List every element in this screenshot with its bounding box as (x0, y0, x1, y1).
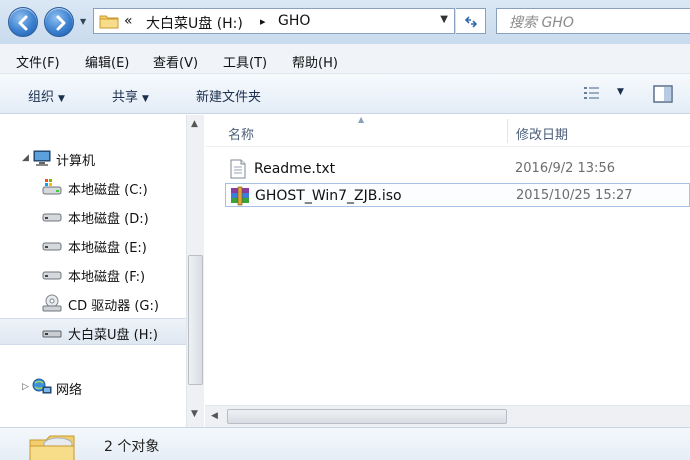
menu-view[interactable]: 查看(V) (153, 52, 198, 71)
folder-icon (29, 435, 75, 460)
address-overflow-chevron[interactable]: « (124, 13, 133, 29)
collapse-arrow-icon[interactable]: ◢ (22, 153, 29, 163)
status-bar: 2 个对象 (0, 427, 690, 460)
address-segment-folder[interactable]: GHO (278, 13, 310, 29)
file-row[interactable]: Readme.txt 2016/9/2 13:56 (225, 157, 690, 181)
sort-ascending-icon: ▲ (358, 115, 365, 124)
tree-item-label: 本地磁盘 (C:) (68, 183, 148, 198)
share-label: 共享 (112, 90, 139, 105)
network-icon (32, 378, 52, 394)
menu-help[interactable]: 帮助(H) (292, 52, 338, 71)
address-segment-drive[interactable]: 大白菜U盘 (H:) (146, 13, 243, 33)
address-separator[interactable]: ▸ (260, 15, 266, 28)
expand-arrow-icon[interactable]: ▷ (22, 382, 29, 392)
cd-drive-icon (42, 294, 62, 312)
address-bar[interactable]: « 大白菜U盘 (H:) ▸ GHO ▼ (93, 8, 455, 34)
tree-item-drive-d[interactable]: 本地磁盘 (D:) (0, 204, 186, 228)
menu-bar: 文件(F) 编辑(E) 查看(V) 工具(T) 帮助(H) (0, 44, 690, 74)
tree-item-label: 本地磁盘 (E:) (68, 241, 147, 256)
item-count: 2 个对象 (104, 439, 160, 455)
file-modified: 2015/10/25 15:27 (516, 188, 633, 203)
view-dropdown-icon[interactable]: ▼ (617, 87, 624, 97)
scroll-left-icon[interactable]: ◀ (211, 411, 218, 421)
tree-item-usb-drive[interactable]: 大白菜U盘 (H:) (0, 318, 186, 345)
file-list: ▲ 名称 修改日期 Readme.txt 2016/9/2 13:56 GHOS… (205, 115, 690, 405)
scroll-down-icon[interactable]: ▼ (191, 409, 198, 419)
back-button[interactable] (8, 7, 38, 37)
address-dropdown-icon[interactable]: ▼ (440, 14, 448, 25)
search-input[interactable]: 搜索 GHO (496, 8, 690, 34)
command-bar: 组织 ▼ 共享 ▼ 新建文件夹 ▼ (0, 74, 690, 114)
folder-icon (99, 15, 119, 29)
arrow-left-icon (18, 15, 28, 31)
text-file-icon (230, 159, 246, 179)
tree-item-cd-drive[interactable]: CD 驱动器 (G:) (0, 291, 186, 315)
scroll-up-icon[interactable]: ▲ (191, 119, 198, 129)
navigation-pane: ◢ 计算机 本地磁盘 (C:) 本地磁盘 (D:) 本地磁盘 (E:) 本地磁盘… (0, 115, 186, 427)
column-modified[interactable]: 修改日期 (516, 124, 568, 143)
tree-item-label: CD 驱动器 (G:) (68, 299, 159, 314)
scrollbar-thumb[interactable] (227, 409, 507, 424)
tree-item-network[interactable]: ▷ 网络 (0, 375, 186, 399)
tree-item-label: 网络 (56, 383, 83, 398)
menu-edit[interactable]: 编辑(E) (85, 52, 129, 71)
share-button[interactable]: 共享 ▼ (112, 86, 149, 105)
file-row[interactable]: GHOST_Win7_ZJB.iso 2015/10/25 15:27 (225, 183, 690, 207)
organize-button[interactable]: 组织 ▼ (28, 86, 65, 105)
view-options-icon[interactable] (583, 86, 601, 100)
column-divider[interactable] (507, 119, 508, 143)
column-name[interactable]: 名称 (228, 124, 254, 143)
navigation-bar: ▼ « 大白菜U盘 (H:) ▸ GHO ▼ 搜索 GHO (0, 0, 690, 44)
navigation-pane-scrollbar[interactable]: ▲ ▼ (186, 115, 204, 427)
tree-item-label: 计算机 (56, 154, 96, 169)
arrow-right-icon (56, 15, 66, 31)
tree-item-drive-f[interactable]: 本地磁盘 (F:) (0, 262, 186, 286)
chevron-down-icon: ▼ (58, 94, 65, 104)
scrollbar-thumb[interactable] (188, 255, 203, 385)
recent-pages-dropdown[interactable]: ▼ (80, 17, 88, 27)
refresh-button[interactable] (456, 8, 486, 34)
system-drive-icon (42, 179, 62, 195)
file-modified: 2016/9/2 13:56 (515, 161, 615, 176)
tree-item-label: 本地磁盘 (D:) (68, 212, 149, 227)
file-name: GHOST_Win7_ZJB.iso (255, 188, 402, 204)
hard-drive-icon (42, 271, 62, 280)
new-folder-button[interactable]: 新建文件夹 (196, 86, 261, 105)
refresh-icon (464, 16, 478, 28)
file-name: Readme.txt (254, 161, 336, 177)
hard-drive-icon (42, 242, 62, 251)
preview-pane-icon[interactable] (653, 85, 673, 103)
menu-file[interactable]: 文件(F) (16, 52, 60, 71)
hard-drive-icon (42, 213, 62, 222)
menu-tools[interactable]: 工具(T) (223, 52, 267, 71)
archive-file-icon (231, 186, 249, 206)
column-header: ▲ 名称 修改日期 (205, 115, 690, 147)
computer-icon (33, 150, 51, 166)
tree-item-label: 大白菜U盘 (H:) (68, 328, 158, 343)
tree-item-computer[interactable]: ◢ 计算机 (0, 146, 186, 170)
tree-item-drive-c[interactable]: 本地磁盘 (C:) (0, 175, 186, 199)
usb-drive-icon (42, 330, 62, 338)
organize-label: 组织 (28, 90, 55, 105)
tree-item-label: 本地磁盘 (F:) (68, 270, 146, 285)
file-list-horizontal-scrollbar[interactable]: ◀ (205, 405, 690, 427)
chevron-down-icon: ▼ (142, 94, 149, 104)
tree-item-drive-e[interactable]: 本地磁盘 (E:) (0, 233, 186, 257)
forward-button[interactable] (44, 7, 74, 37)
